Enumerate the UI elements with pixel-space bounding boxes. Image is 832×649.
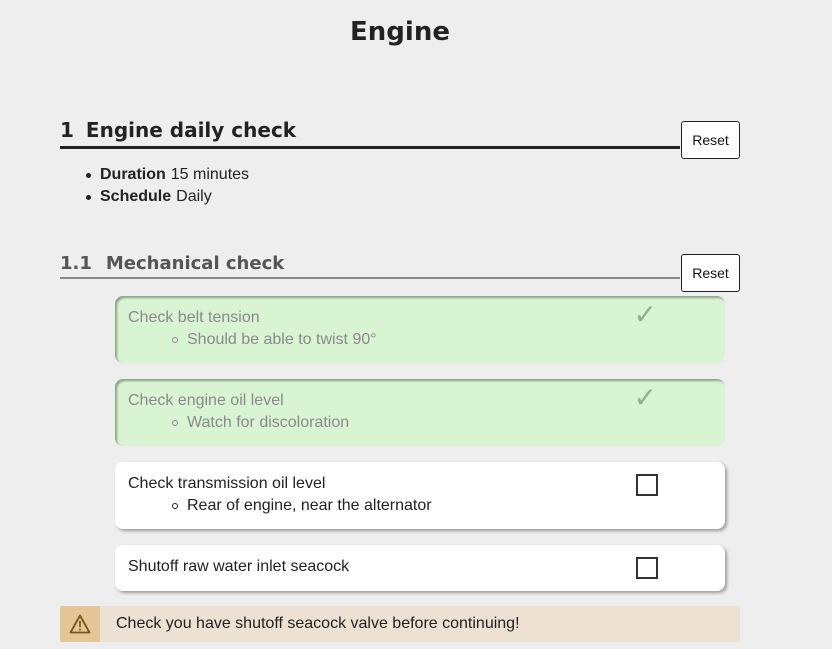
item-subnote: Watch for discoloration	[172, 413, 712, 433]
section-heading: 1 Engine daily check	[60, 118, 680, 149]
checklist-item-transmission-oil[interactable]: Check transmission oil level Rear of eng…	[115, 462, 725, 529]
item-subnote: Rear of engine, near the alternator	[172, 496, 712, 516]
item-title: Check transmission oil level	[128, 475, 326, 492]
meta-duration: Duration 15 minutes	[85, 164, 250, 186]
checklist-item-seacock[interactable]: Shutoff raw water inlet seacock	[115, 545, 725, 591]
checklist-item-engine-oil[interactable]: Check engine oil level Watch for discolo…	[115, 379, 725, 446]
item-title: Shutoff raw water inlet seacock	[128, 558, 350, 575]
warning-text: Check you have shutoff seacock valve bef…	[116, 615, 520, 632]
meta-value: 15 minutes	[170, 166, 250, 183]
meta-schedule: Schedule Daily	[85, 186, 249, 208]
section-title: Engine daily check	[85, 118, 297, 142]
checkmark-icon[interactable]: ✓	[634, 383, 657, 413]
subsection-number: 1.1	[60, 253, 92, 274]
checklist-item-belt-tension[interactable]: Check belt tension Should be able to twi…	[115, 296, 725, 363]
item-checkbox[interactable]	[636, 474, 658, 496]
item-title: Check engine oil level	[128, 392, 284, 409]
meta-label: Schedule	[100, 188, 172, 205]
meta-label: Duration	[100, 166, 166, 183]
item-subnote: Should be able to twist 90°	[172, 330, 712, 350]
checkmark-icon[interactable]: ✓	[634, 300, 657, 330]
page-title: Engine	[350, 17, 450, 47]
section-meta-list: Duration 15 minutes Schedule Daily	[85, 164, 250, 208]
item-title: Check belt tension	[128, 309, 260, 326]
warning-triangle-icon	[69, 614, 91, 634]
warning-callout: Check you have shutoff seacock valve bef…	[60, 606, 740, 642]
meta-value: Daily	[176, 188, 212, 205]
section-number: 1	[60, 118, 74, 142]
subsection-reset-button[interactable]: Reset	[681, 254, 740, 292]
warning-icon-box	[60, 606, 100, 642]
item-checkbox[interactable]	[636, 557, 658, 579]
reset-button[interactable]: Reset	[681, 121, 740, 159]
subsection-heading: 1.1 Mechanical check	[60, 253, 680, 279]
subsection-title: Mechanical check	[105, 253, 285, 274]
